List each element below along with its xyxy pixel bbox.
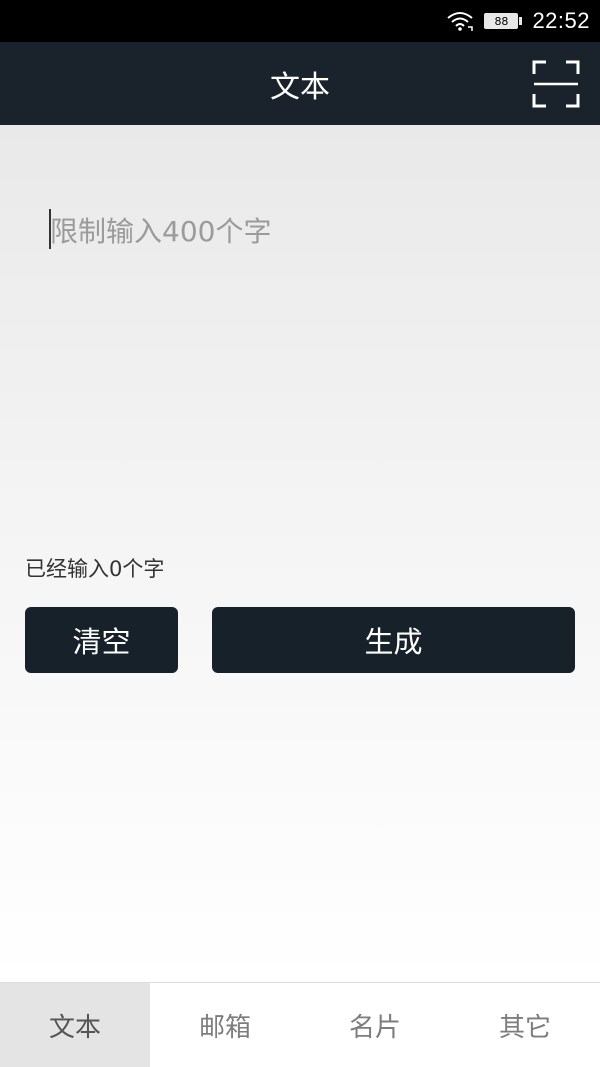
- status-bar: 88 22:52: [0, 0, 600, 42]
- char-count: 已经输入0个字: [25, 557, 165, 581]
- page-title: 文本: [270, 69, 330, 105]
- scan-button[interactable]: [532, 60, 580, 108]
- tab-business-card[interactable]: 名片: [300, 983, 450, 1067]
- tab-other[interactable]: 其它: [450, 983, 600, 1067]
- clock: 22:52: [532, 8, 590, 33]
- tab-text[interactable]: 文本: [0, 983, 150, 1067]
- generate-button[interactable]: 生成: [212, 607, 575, 673]
- wifi-icon: [447, 12, 474, 31]
- tab-email[interactable]: 邮箱: [150, 983, 300, 1067]
- clear-button[interactable]: 清空: [25, 607, 178, 673]
- scan-icon: [532, 60, 580, 108]
- battery-icon: 88: [484, 12, 523, 30]
- tab-bar: 文本 邮箱 名片 其它: [0, 982, 600, 1067]
- app-bar: 文本: [0, 42, 600, 125]
- content-area: 已经输入0个字 清空 生成: [0, 125, 600, 982]
- battery-level: 88: [484, 13, 519, 29]
- text-input[interactable]: [50, 210, 560, 510]
- text-cursor: [49, 209, 51, 249]
